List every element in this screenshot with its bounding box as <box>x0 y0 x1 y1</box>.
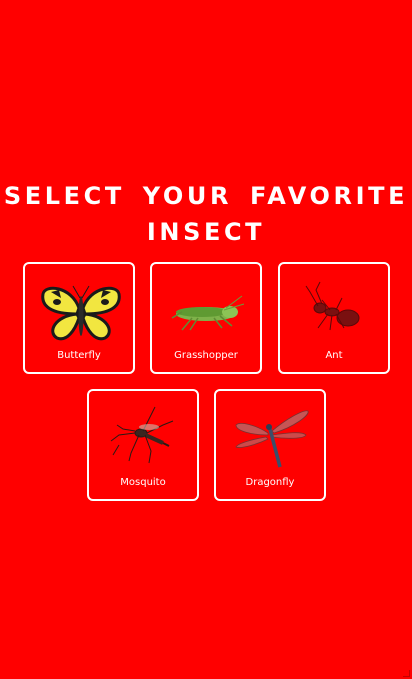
resize-corner <box>403 670 410 677</box>
insect-label: Ant <box>325 350 343 361</box>
insect-label: Dragonfly <box>245 477 295 488</box>
grasshopper-icon <box>171 295 245 331</box>
insect-card-mosquito[interactable]: Mosquito <box>87 389 199 501</box>
insect-label: Butterfly <box>57 350 101 361</box>
insect-card-ant[interactable]: Ant <box>278 262 390 374</box>
insect-card-butterfly[interactable]: Butterfly <box>23 262 135 374</box>
dragonfly-icon <box>235 410 309 468</box>
insect-card-grasshopper[interactable]: Grasshopper <box>150 262 262 374</box>
insect-label: Mosquito <box>120 477 166 488</box>
insect-card-dragonfly[interactable]: Dragonfly <box>214 389 326 501</box>
mosquito-icon <box>110 406 174 464</box>
insect-label: Grasshopper <box>174 350 238 361</box>
page-title: SELECT YOUR FAVORITE INSECT <box>3 182 409 246</box>
ant-icon <box>305 281 360 331</box>
butterfly-icon <box>41 285 121 341</box>
